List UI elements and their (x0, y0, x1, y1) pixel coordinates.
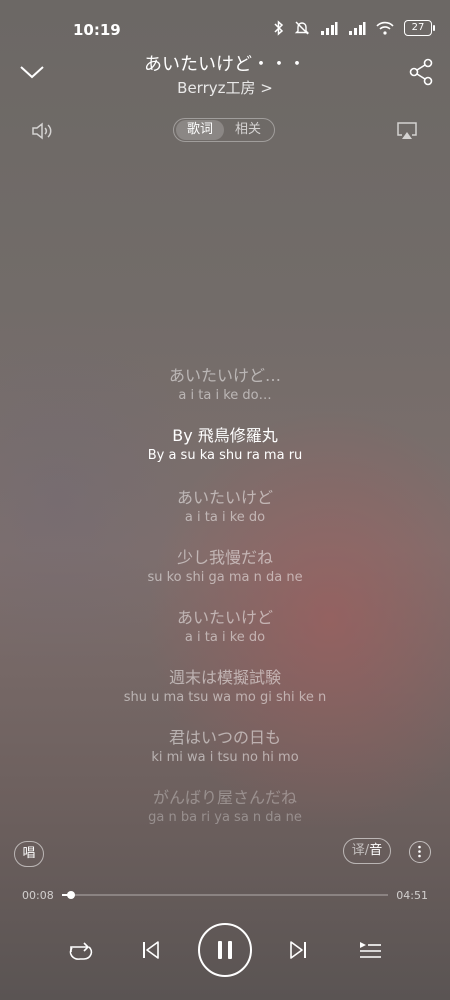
lyric-line[interactable]: あいたいけど a i ta i ke do (0, 487, 450, 547)
total-time: 04:51 (396, 889, 428, 902)
lyric-text: あいたいけど… (168, 366, 281, 385)
next-button[interactable] (282, 934, 314, 966)
status-icons: 27 (274, 20, 435, 36)
current-time: 00:08 (22, 889, 54, 902)
progress-handle[interactable] (67, 891, 76, 899)
lyric-romaji: shu u ma tsu wa mo gi shi ke n (123, 690, 327, 705)
bluetooth-icon (274, 20, 284, 36)
playlist-icon (360, 942, 381, 958)
lyric-romaji: a i ta i ke do… (178, 388, 272, 403)
artist-link[interactable]: Berryz工房 > (0, 77, 450, 98)
previous-button[interactable] (135, 934, 167, 966)
more-options-button[interactable] (409, 841, 431, 863)
sing-button[interactable]: 唱 (14, 841, 44, 867)
repeat-button[interactable] (64, 934, 96, 966)
lyric-romaji: ga n ba ri ya sa n da ne (148, 810, 302, 825)
airplay-icon (397, 122, 417, 139)
wifi-icon (376, 21, 394, 35)
lyric-romaji: By a su ka shu ra ma ru (147, 448, 303, 463)
lyrics-list: あいたいけど… a i ta i ke do… By 飛鳥修羅丸 By a su k… (0, 365, 450, 847)
lyric-line[interactable]: あいたいけど a i ta i ke do (0, 607, 450, 667)
signal-icon (321, 22, 338, 35)
share-icon (409, 58, 433, 86)
pause-icon (218, 941, 232, 959)
lyric-line[interactable]: 週末は模擬試験 shu u ma tsu wa mo gi shi ke n (0, 667, 450, 727)
lyric-line[interactable]: 君はいつの日も ki mi wa i tsu no hi mo (0, 727, 450, 787)
lyric-romaji: a i ta i ke do (184, 630, 266, 645)
tab-related[interactable]: 相关 (224, 120, 272, 140)
lyric-romaji: su ko shi ga ma n da ne (147, 570, 303, 585)
status-time: 10:19 (73, 21, 121, 39)
battery-indicator: 27 (404, 20, 435, 36)
translate-label: 译 (351, 843, 365, 858)
lyrics-tabs: 歌词 相关 (173, 118, 275, 142)
lyric-text: By 飛鳥修羅丸 (172, 426, 278, 445)
lyric-romaji: ki mi wa i tsu no hi mo (151, 750, 299, 765)
lyric-line-current[interactable]: By 飛鳥修羅丸 By a su ka shu ra ma ru (0, 425, 450, 487)
lyric-line[interactable]: 少し我慢だね su ko shi ga ma n da ne (0, 547, 450, 607)
lyric-text: 少し我慢だね (176, 548, 273, 567)
lyric-romaji: a i ta i ke do (184, 510, 266, 525)
cast-button[interactable] (396, 121, 418, 141)
repeat-icon (69, 942, 93, 960)
skip-next-icon (290, 941, 306, 959)
progress-bar[interactable] (62, 891, 388, 899)
signal-icon-2 (349, 22, 366, 35)
volume-button[interactable] (30, 120, 56, 142)
lyric-text: あいたいけど (176, 488, 273, 507)
playlist-button[interactable] (354, 934, 386, 966)
lyric-text: がんばり屋さんだね (152, 788, 297, 807)
lyric-text: 週末は模擬試験 (168, 668, 281, 687)
share-button[interactable] (408, 58, 434, 86)
lyric-line[interactable]: あいたいけど… a i ta i ke do… (0, 365, 450, 425)
speaker-icon (32, 122, 52, 140)
tab-lyrics[interactable]: 歌词 (176, 120, 224, 140)
lyric-text: あいたいけど (176, 608, 273, 627)
more-vertical-icon (418, 845, 421, 858)
translate-toggle[interactable]: 译/音 (343, 838, 391, 864)
song-title: あいたいけど・・・ (144, 54, 306, 75)
mute-icon (294, 21, 310, 35)
phonetic-label: 音 (369, 843, 383, 858)
play-pause-button[interactable] (198, 923, 252, 977)
skip-previous-icon (143, 941, 159, 959)
lyric-text: 君はいつの日も (168, 728, 281, 747)
